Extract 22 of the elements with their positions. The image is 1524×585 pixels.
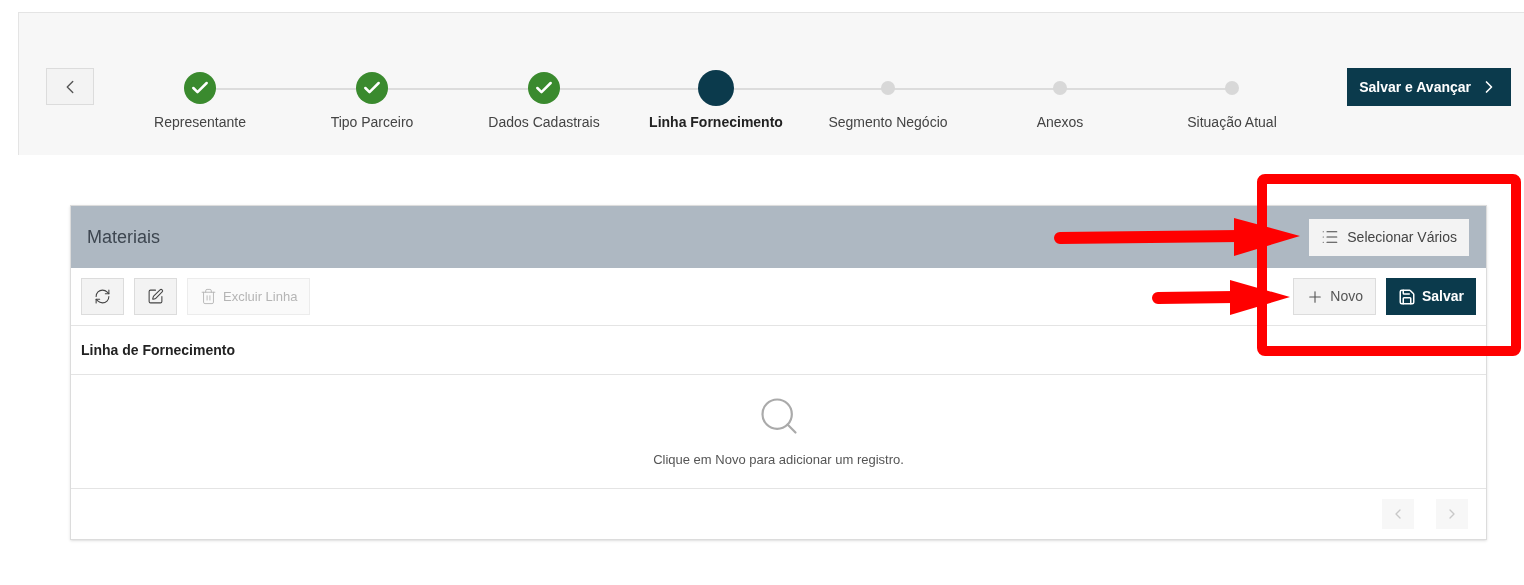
empty-message: Clique em Novo para adicionar um registro. <box>653 450 904 469</box>
new-button[interactable]: Novo <box>1293 278 1376 315</box>
step-label[interactable]: Linha Fornecimento <box>649 112 783 133</box>
save-icon <box>1397 287 1416 306</box>
step-label[interactable]: Dados Cadastrais <box>488 112 600 133</box>
save-and-next-button[interactable]: Salvar e Avançar <box>1347 68 1511 106</box>
select-many-button[interactable]: Selecionar Vários <box>1309 218 1469 256</box>
step-label[interactable]: Representante <box>154 112 246 133</box>
edit-icon <box>147 288 164 305</box>
list-icon <box>1321 228 1340 246</box>
refresh-icon <box>94 288 111 305</box>
edit-button[interactable] <box>134 278 177 315</box>
step-label[interactable]: Tipo Parceiro <box>330 112 414 133</box>
panel-title: Materiais <box>87 225 161 249</box>
save-button[interactable]: Salvar <box>1385 278 1476 315</box>
step-label[interactable]: Anexos <box>1036 112 1084 133</box>
refresh-button[interactable] <box>81 278 124 315</box>
step-label[interactable]: Segmento Negócio <box>828 112 948 133</box>
column-header: Linha de Fornecimento <box>81 340 235 360</box>
step-label[interactable]: Situação Atual <box>1187 112 1277 133</box>
back-button[interactable] <box>46 68 94 105</box>
trash-icon <box>200 288 217 305</box>
